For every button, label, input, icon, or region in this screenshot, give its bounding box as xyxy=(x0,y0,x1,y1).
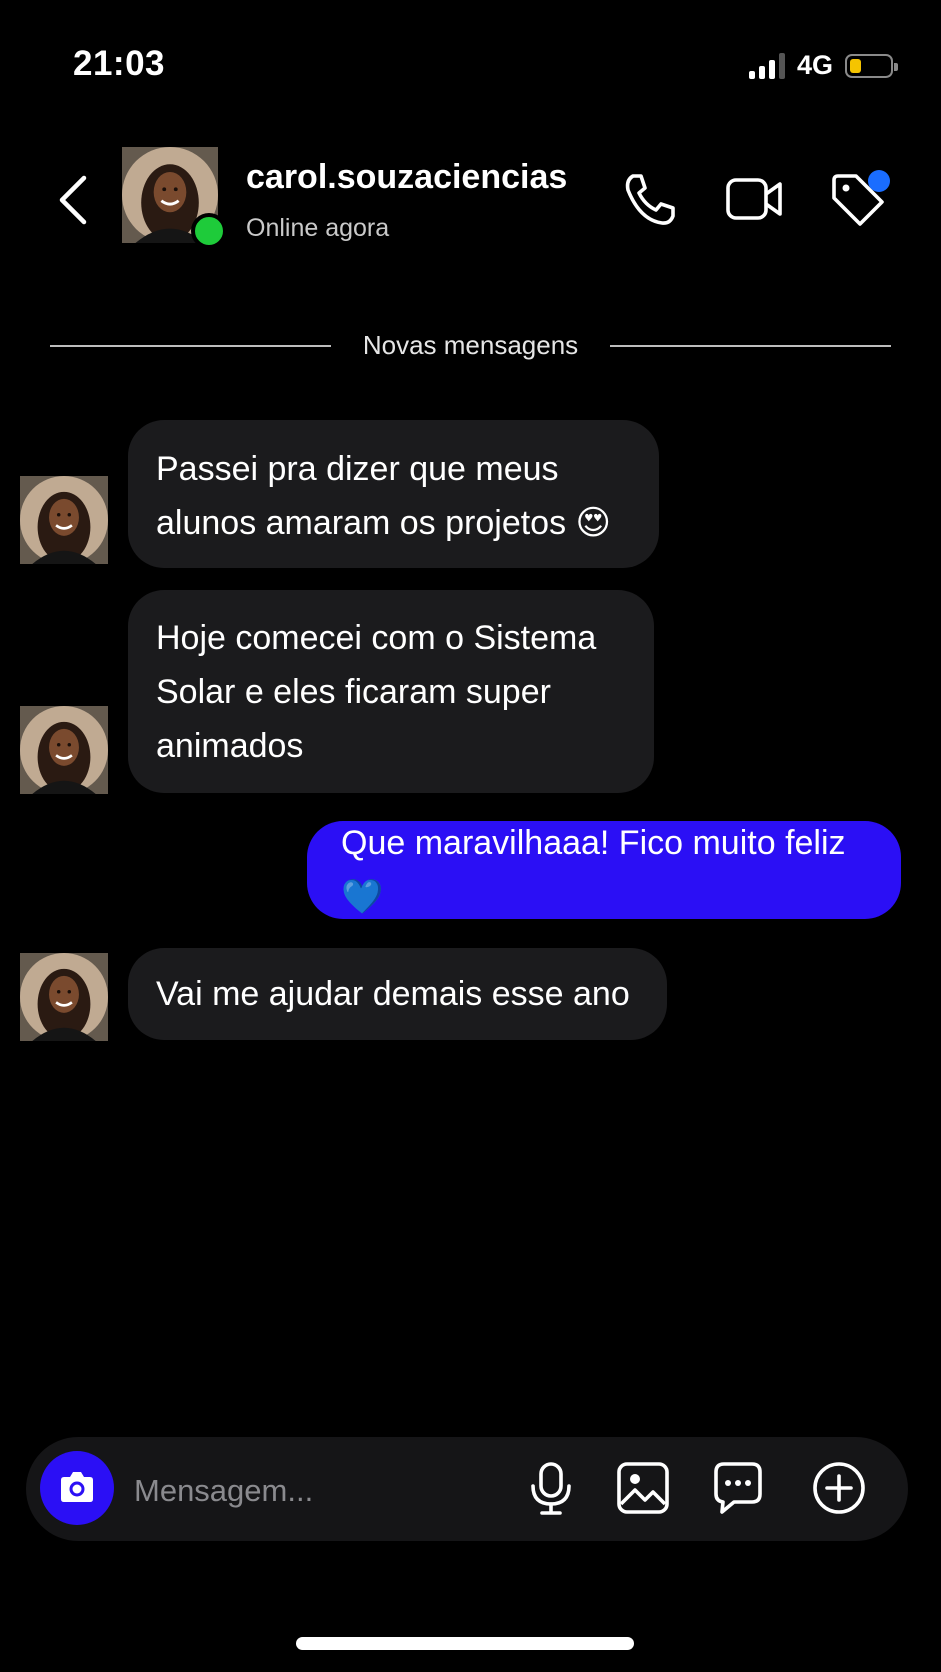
divider-label: Novas mensagens xyxy=(362,330,579,360)
sender-avatar[interactable] xyxy=(20,476,108,564)
notification-badge xyxy=(868,170,890,192)
contact-username[interactable]: carol.souzaciencias xyxy=(246,158,567,197)
status-time: 21:03 xyxy=(73,44,166,83)
message-text: Hoje comecei com o Sistema Solar e eles … xyxy=(156,618,597,765)
video-icon[interactable] xyxy=(724,168,786,230)
home-indicator[interactable] xyxy=(296,1637,634,1650)
network-type: 4G xyxy=(796,50,833,80)
battery-icon xyxy=(845,53,898,78)
sender-avatar[interactable] xyxy=(20,706,108,794)
online-status-dot xyxy=(191,213,227,249)
message-text: Que maravilhaaa! Fico muito feliz 💙 xyxy=(341,824,846,916)
gallery-icon[interactable] xyxy=(613,1458,673,1518)
plus-circle-icon[interactable] xyxy=(809,1458,869,1518)
message-text: Passei pra dizer que meus alunos amaram … xyxy=(156,450,611,542)
signal-icon xyxy=(748,52,785,79)
sender-avatar[interactable] xyxy=(20,953,108,1041)
phone-icon[interactable] xyxy=(618,168,680,230)
chat-bubble-icon[interactable] xyxy=(708,1458,768,1518)
status-indicators: 4G xyxy=(748,50,898,81)
message-bubble-outgoing[interactable]: Que maravilhaaa! Fico muito feliz 💙 xyxy=(307,821,901,919)
message-bubble-incoming[interactable]: Passei pra dizer que meus alunos amaram … xyxy=(128,420,659,568)
contact-presence: Online agora xyxy=(246,214,390,242)
new-messages-divider: Novas mensagens xyxy=(50,330,891,361)
message-input[interactable] xyxy=(132,1462,516,1520)
message-text: Vai me ajudar demais esse ano xyxy=(156,975,630,1013)
back-chevron-icon[interactable] xyxy=(52,170,96,230)
camera-button[interactable] xyxy=(40,1451,114,1525)
camera-icon xyxy=(61,1472,93,1502)
message-bubble-incoming[interactable]: Hoje comecei com o Sistema Solar e eles … xyxy=(128,590,654,793)
microphone-icon[interactable] xyxy=(521,1458,581,1518)
message-bubble-incoming[interactable]: Vai me ajudar demais esse ano xyxy=(128,948,667,1040)
